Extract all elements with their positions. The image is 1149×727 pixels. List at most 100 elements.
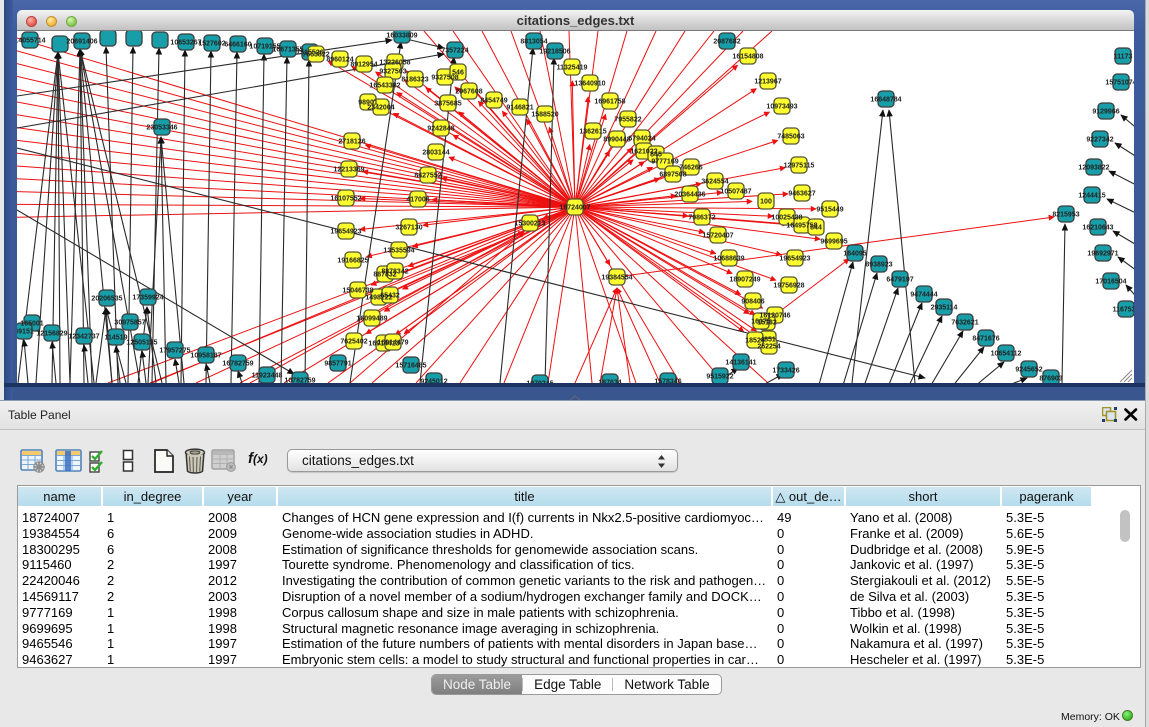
svg-text:8813054: 8813054 [520,39,547,46]
svg-text:16782759: 16782759 [222,361,253,368]
svg-text:16210643: 16210643 [1082,225,1113,232]
svg-text:7632621: 7632621 [951,320,978,327]
svg-text:10025438: 10025438 [771,215,802,222]
svg-text:13535594: 13535594 [383,248,414,255]
svg-text:12342737: 12342737 [68,334,99,341]
svg-text:12975115: 12975115 [784,163,815,170]
svg-text:12213369: 12213369 [333,167,364,174]
svg-text:20364436: 20364436 [674,192,705,199]
svg-text:15300213: 15300213 [514,221,545,228]
svg-text:844: 844 [810,225,822,232]
svg-text:39151: 39151 [17,329,34,336]
svg-text:11173: 11173 [1114,54,1133,61]
svg-text:746266: 746266 [679,165,702,172]
svg-text:19756928: 19756928 [773,283,804,290]
svg-text:10973493: 10973493 [766,104,797,111]
svg-text:15751074: 15751074 [1105,80,1134,87]
svg-text:7485063: 7485063 [777,134,804,141]
svg-text:19218506: 19218506 [539,49,570,56]
svg-text:16543382: 16543382 [369,83,400,90]
svg-text:16033809: 16033809 [386,33,417,40]
svg-text:16914479: 16914479 [377,340,408,347]
svg-text:546: 546 [452,70,464,77]
svg-text:15716485: 15716485 [395,363,426,370]
svg-text:8878342: 8878342 [381,269,408,276]
svg-text:9242848: 9242848 [427,126,454,133]
svg-text:12093822: 12093822 [1078,165,1109,172]
svg-text:13226058: 13226058 [379,60,410,67]
svg-text:9857791: 9857791 [324,361,351,368]
svg-text:8215953: 8215953 [1052,212,1079,219]
svg-text:19692971: 19692971 [1087,251,1118,258]
svg-text:65432: 65432 [380,293,400,300]
svg-text:2342004: 2342004 [367,105,394,112]
svg-text:10653267: 10653267 [170,40,201,47]
svg-text:9515922: 9515922 [706,374,733,381]
svg-text:16154808: 16154808 [732,54,763,61]
svg-text:17016504: 17016504 [1095,279,1126,286]
svg-text:16175: 16175 [751,319,771,326]
svg-text:20691406: 20691406 [66,39,97,46]
svg-text:165001: 165001 [20,321,43,328]
svg-text:164095: 164095 [843,251,866,258]
svg-text:9777169: 9777169 [651,159,678,166]
svg-text:9327503: 9327503 [379,69,406,76]
svg-text:19384554: 19384554 [601,275,632,282]
svg-text:1167534: 1167534 [1113,307,1134,314]
svg-text:908406: 908406 [741,299,764,306]
svg-text:9699695: 9699695 [820,239,847,246]
svg-text:1527602: 1527602 [198,41,225,48]
svg-text:876903: 876903 [1039,376,1062,383]
svg-text:19654923: 19654923 [330,229,361,236]
svg-text:16961758: 16961758 [594,99,625,106]
svg-text:1244415: 1244415 [1078,193,1105,200]
svg-text:8938923: 8938923 [865,262,892,269]
svg-text:2935114: 2935114 [931,305,958,312]
svg-text:6466160: 6466160 [224,42,251,49]
svg-text:17957275: 17957275 [159,348,190,355]
svg-text:9245652: 9245652 [1015,367,1042,374]
svg-text:16099489: 16099489 [356,316,387,323]
svg-text:1362615: 1362615 [579,129,606,136]
svg-text:845: 845 [650,152,662,159]
svg-text:11923448: 11923448 [252,373,283,380]
svg-text:3624554: 3624554 [701,179,728,186]
svg-text:6794024: 6794024 [628,136,655,143]
svg-text:14136141: 14136141 [725,360,756,367]
svg-text:10654112: 10654112 [991,351,1022,358]
svg-text:2087682: 2087682 [713,39,740,46]
svg-text:7357224: 7357224 [441,48,468,55]
svg-text:9474444: 9474444 [910,292,937,299]
svg-text:17359924: 17359924 [132,295,163,302]
svg-text:12156829: 12156829 [36,331,67,338]
svg-text:7625402: 7625402 [340,339,367,346]
svg-text:2967608: 2967608 [455,89,482,96]
svg-text:2803144: 2803144 [422,150,449,157]
svg-text:19654923: 19654923 [779,256,810,263]
svg-text:16648784: 16648784 [870,97,901,104]
svg-text:19166825: 19166825 [337,258,368,265]
svg-text:8912954: 8912954 [350,62,377,69]
svg-text:18907249: 18907249 [729,277,760,284]
svg-text:9515449: 9515449 [816,207,843,214]
svg-text:23053346: 23053346 [146,125,177,132]
svg-text:14055714: 14055714 [17,38,46,45]
svg-text:8186323: 8186323 [401,77,428,84]
svg-text:13640910: 13640910 [574,81,605,88]
svg-text:11325419: 11325419 [557,65,588,72]
svg-text:10507487: 10507487 [720,189,751,196]
svg-text:2718126: 2718126 [338,139,365,146]
svg-text:1213967: 1213967 [754,79,781,86]
svg-text:8990448: 8990448 [603,137,630,144]
svg-text:15046738: 15046738 [342,288,373,295]
svg-text:1733426: 1733426 [772,368,799,375]
svg-text:18724007: 18724007 [559,205,590,212]
svg-text:20206535: 20206535 [91,296,122,303]
svg-text:12505135: 12505135 [126,340,157,347]
svg-text:8471676: 8471676 [972,336,999,343]
svg-text:9227342: 9227342 [1086,137,1113,144]
svg-text:252254: 252254 [757,344,780,351]
svg-text:30975857: 30975857 [114,320,145,327]
svg-text:10688639: 10688639 [713,256,744,263]
svg-text:114519: 114519 [105,335,128,342]
